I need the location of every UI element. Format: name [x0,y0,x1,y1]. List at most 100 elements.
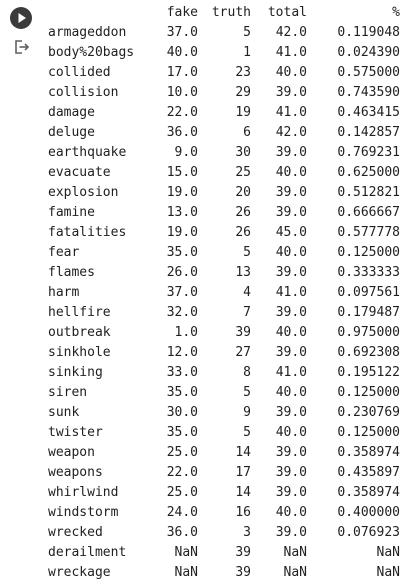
table-row: derailment NaN 39 NaN NaN [48,543,400,563]
row-index-cell: harm [48,285,80,300]
row-index-cell: armageddon [48,25,127,40]
truth-cell: 17 [235,465,251,480]
table-row: wreckage NaN 39 NaN NaN [48,563,400,583]
percent-cell: 0.512821 [337,185,400,200]
truth-cell: 5 [243,245,251,260]
total-cell: 40.0 [275,325,307,340]
row-index-cell: sunk [48,405,80,420]
table-row: famine 13.0 26 39.0 0.666667 [48,203,400,223]
truth-cell: 39 [235,325,251,340]
truth-cell: 1 [243,45,251,60]
notebook-cell: fake truth total % armageddon 37.0 5 42.0 0.… [0,0,415,587]
truth-cell: 14 [235,485,251,500]
fake-cell: 26.0 [166,265,198,280]
table-row: weapons 22.0 17 39.0 0.435897 [48,463,400,483]
fake-cell: 13.0 [166,205,198,220]
table-row: harm 37.0 4 41.0 0.097561 [48,283,400,303]
total-cell: NaN [283,545,307,560]
percent-cell: NaN [376,545,400,560]
total-cell: 40.0 [275,385,307,400]
play-icon [18,13,26,23]
fake-cell: 36.0 [166,525,198,540]
total-cell: 40.0 [275,165,307,180]
dataframe-output: fake truth total % armageddon 37.0 5 42.0 0.… [48,3,400,583]
truth-cell: 8 [243,365,251,380]
percent-cell: 0.024390 [337,45,400,60]
row-index-cell: evacuate [48,165,111,180]
total-cell: 40.0 [275,505,307,520]
truth-cell: 7 [243,305,251,320]
truth-cell: 14 [235,445,251,460]
total-cell: 39.0 [275,465,307,480]
truth-cell: 26 [235,205,251,220]
table-row: earthquake 9.0 30 39.0 0.769231 [48,143,400,163]
percent-cell: 0.769231 [337,145,400,160]
fake-cell: 40.0 [166,45,198,60]
truth-cell: 4 [243,285,251,300]
table-row: deluge 36.0 6 42.0 0.142857 [48,123,400,143]
truth-cell: 5 [243,425,251,440]
fake-cell: 1.0 [174,325,198,340]
total-cell: 39.0 [275,185,307,200]
percent-cell: 0.179487 [337,305,400,320]
table-row: hellfire 32.0 7 39.0 0.179487 [48,303,400,323]
total-cell: 41.0 [275,285,307,300]
column-header-fake: fake [166,5,198,20]
fake-cell: 35.0 [166,425,198,440]
row-index-cell: damage [48,105,95,120]
row-index-cell: fatalities [48,225,127,240]
percent-cell: 0.463415 [337,105,400,120]
fake-cell: 9.0 [174,145,198,160]
row-index-cell: collided [48,65,111,80]
percent-cell: 0.076923 [337,525,400,540]
column-header-percent: % [392,5,400,20]
total-cell: 41.0 [275,105,307,120]
row-index-cell: sinkhole [48,345,111,360]
row-index-cell: weapons [48,465,103,480]
fake-cell: 32.0 [166,305,198,320]
total-cell: 39.0 [275,85,307,100]
table-row: explosion 19.0 20 39.0 0.512821 [48,183,400,203]
percent-cell: 0.119048 [337,25,400,40]
row-index-cell: wrecked [48,525,103,540]
table-row: twister 35.0 5 40.0 0.125000 [48,423,400,443]
table-row: outbreak 1.0 39 40.0 0.975000 [48,323,400,343]
fake-cell: 22.0 [166,465,198,480]
table-row: evacuate 15.0 25 40.0 0.625000 [48,163,400,183]
fake-cell: 19.0 [166,225,198,240]
total-cell: 45.0 [275,225,307,240]
truth-cell: 20 [235,185,251,200]
run-cell-button[interactable] [10,7,32,29]
truth-cell: 13 [235,265,251,280]
truth-cell: 39 [235,565,251,580]
percent-cell: 0.435897 [337,465,400,480]
percent-cell: 0.625000 [337,165,400,180]
header-row: fake truth total % [48,3,400,23]
truth-cell: 3 [243,525,251,540]
table-row: collision 10.0 29 39.0 0.743590 [48,83,400,103]
percent-cell: 0.975000 [337,325,400,340]
fake-cell: 37.0 [166,25,198,40]
index-header [48,3,148,23]
truth-cell: 6 [243,125,251,140]
percent-cell: 0.575000 [337,65,400,80]
fake-cell: 35.0 [166,385,198,400]
percent-cell: 0.743590 [337,85,400,100]
output-redirect-icon[interactable] [13,38,31,56]
fake-cell: 33.0 [166,365,198,380]
row-index-cell: whirlwind [48,485,119,500]
table-row: siren 35.0 5 40.0 0.125000 [48,383,400,403]
percent-cell: 0.400000 [337,505,400,520]
total-cell: 42.0 [275,25,307,40]
fake-cell: 24.0 [166,505,198,520]
table-row: fatalities 19.0 26 45.0 0.577778 [48,223,400,243]
truth-cell: 39 [235,545,251,560]
row-index-cell: weapon [48,445,95,460]
table-row: flames 26.0 13 39.0 0.333333 [48,263,400,283]
table-row: weapon 25.0 14 39.0 0.358974 [48,443,400,463]
table-row: sinkhole 12.0 27 39.0 0.692308 [48,343,400,363]
percent-cell: 0.333333 [337,265,400,280]
fake-cell: 30.0 [166,405,198,420]
row-index-cell: flames [48,265,95,280]
row-index-cell: outbreak [48,325,111,340]
